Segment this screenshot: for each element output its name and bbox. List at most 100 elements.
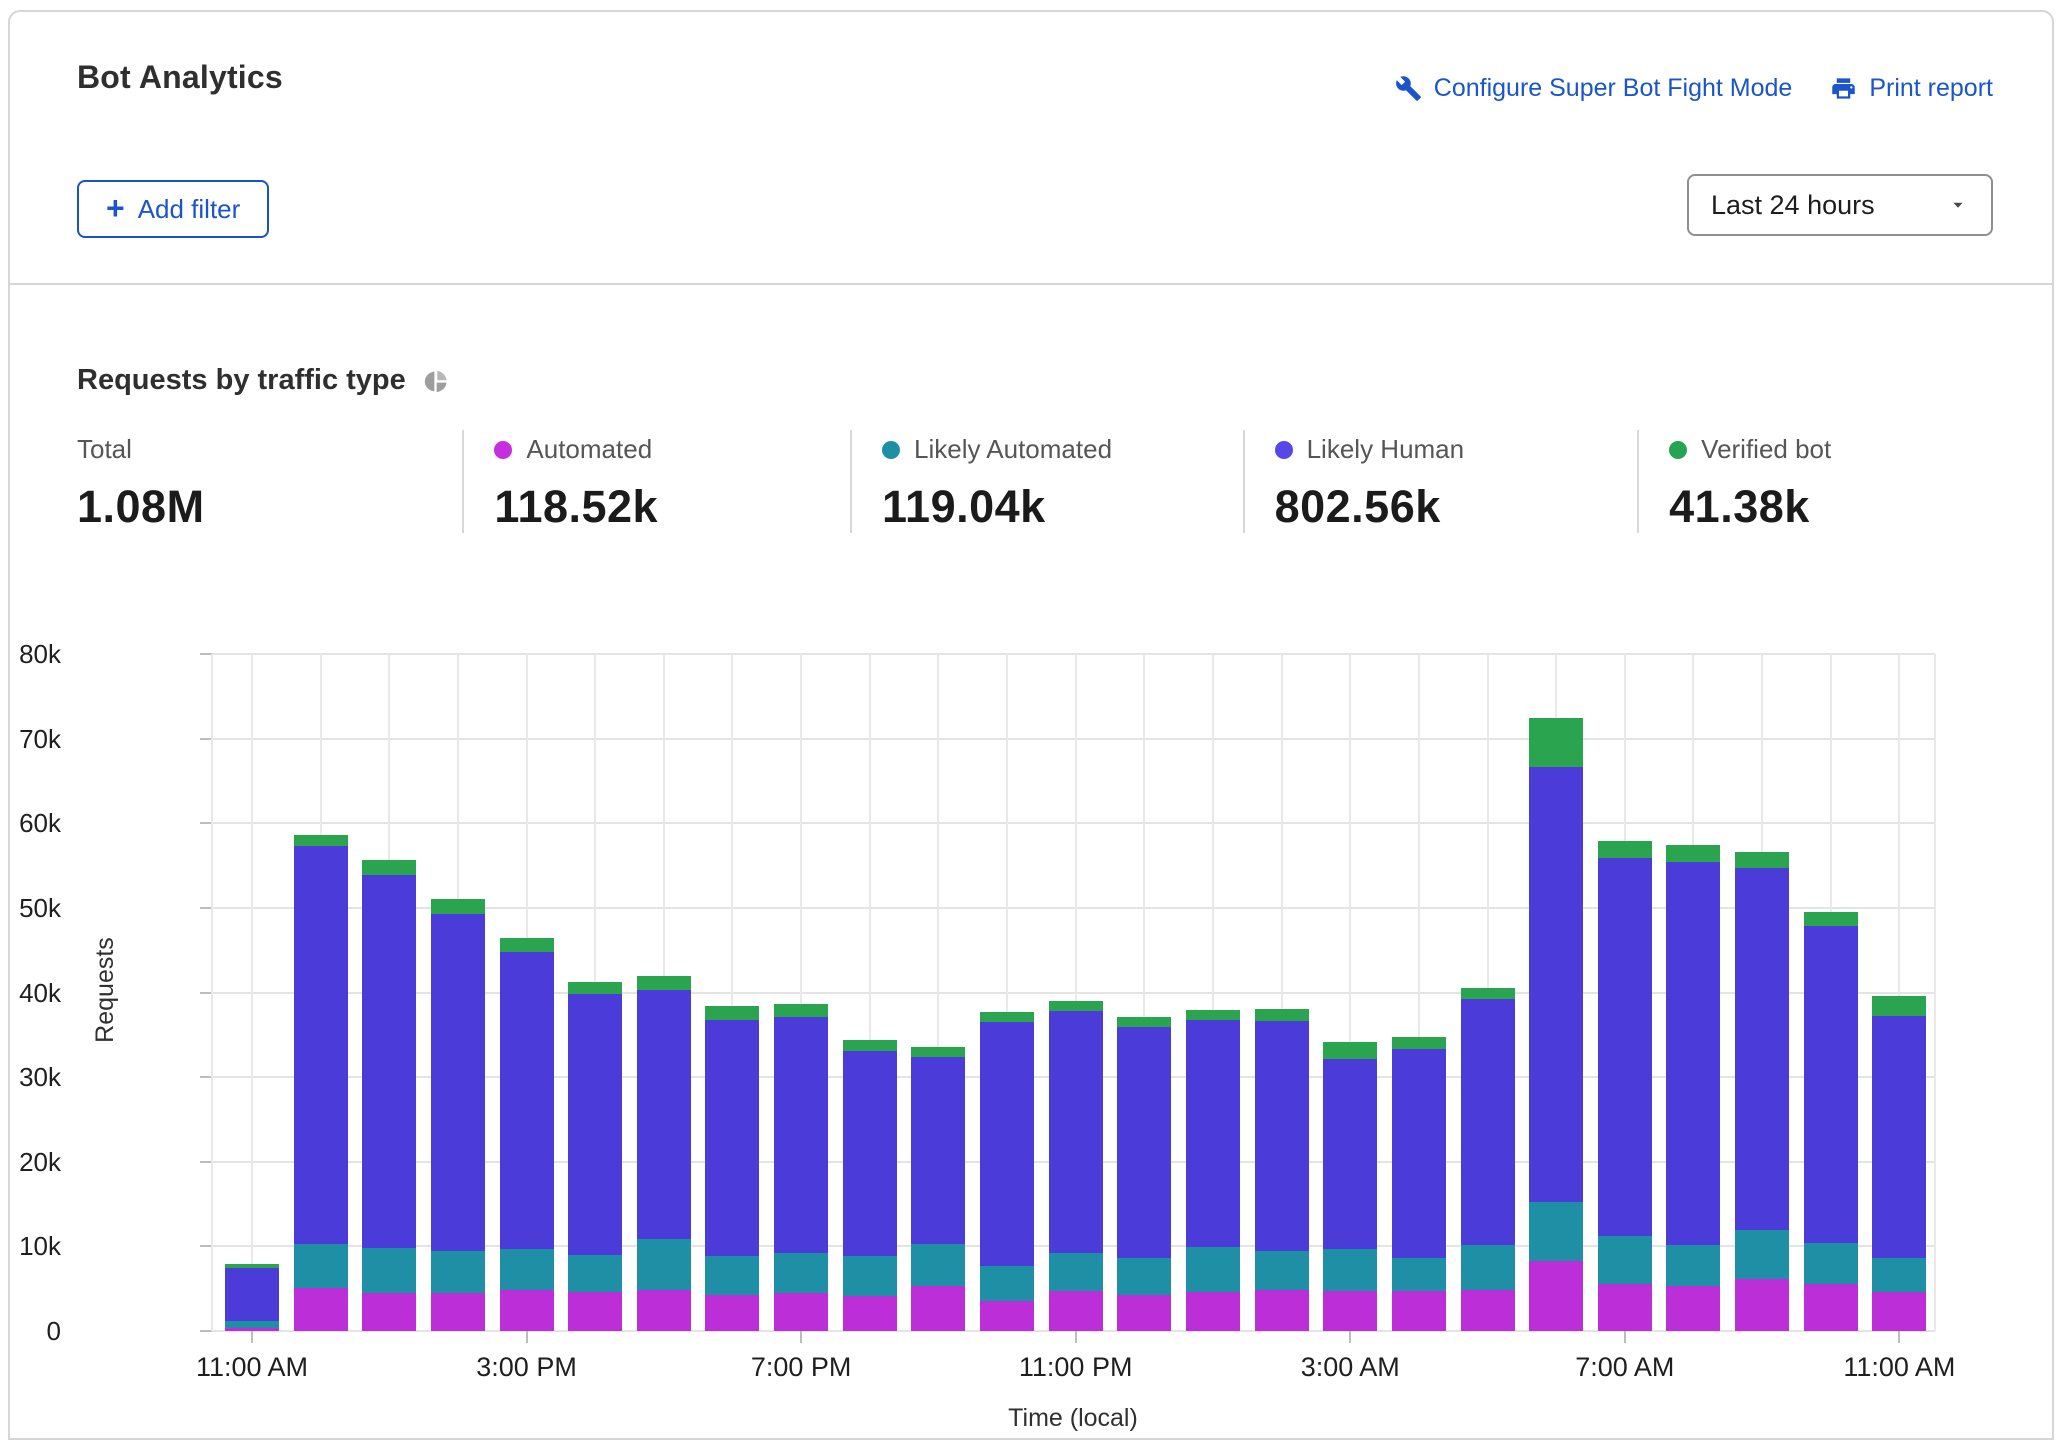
bar-segment-likely-human (843, 1051, 897, 1256)
header-link-print-report[interactable]: Print report (1830, 74, 1993, 103)
bar-segment-likely-automated (843, 1256, 897, 1297)
bar-segment-likely-human (568, 994, 622, 1255)
bar-segment-likely-human (1872, 1016, 1926, 1258)
y-axis-tick-label: 80k (0, 639, 61, 670)
bar-segment-likely-human (1323, 1059, 1377, 1249)
bar-segment-automated (1186, 1292, 1240, 1331)
header-link-configure-sbfm[interactable]: Configure Super Bot Fight Mode (1395, 74, 1793, 103)
bar-segment-likely-automated (1323, 1249, 1377, 1291)
bar-column[interactable] (1186, 1010, 1240, 1331)
bar-column[interactable] (1323, 1042, 1377, 1331)
bar-segment-automated (774, 1293, 828, 1331)
bar-segment-likely-automated (1598, 1236, 1652, 1284)
bar-column[interactable] (774, 1004, 828, 1331)
wrench-icon (1395, 75, 1422, 102)
bar-segment-likely-automated (1735, 1230, 1789, 1279)
bar-segment-automated (911, 1286, 965, 1331)
bar-segment-automated (1461, 1290, 1515, 1331)
bar-segment-verified-bot (362, 860, 416, 875)
grid-line-h (212, 822, 1935, 824)
x-axis-tick (1349, 1331, 1351, 1343)
bar-column[interactable] (705, 1006, 759, 1331)
x-axis-tick (526, 1331, 528, 1343)
bar-column[interactable] (1117, 1017, 1171, 1331)
x-axis-tick (251, 1331, 253, 1343)
bar-segment-likely-automated (362, 1248, 416, 1293)
bar-segment-verified-bot (1872, 996, 1926, 1016)
bar-column[interactable] (225, 1264, 279, 1331)
bar-segment-likely-automated (637, 1239, 691, 1291)
bar-column[interactable] (1529, 718, 1583, 1331)
bar-segment-automated (362, 1293, 416, 1331)
y-axis-tick-label: 0 (0, 1316, 61, 1347)
stat-likely-human: Likely Human802.56k (1243, 430, 1638, 533)
stat-value: 118.52k (494, 481, 850, 533)
page-title: Bot Analytics (77, 59, 283, 96)
bar-segment-verified-bot (774, 1004, 828, 1018)
pie-chart-icon (422, 368, 449, 395)
legend-dot (1275, 441, 1293, 459)
bar-segment-likely-human (1666, 862, 1720, 1245)
stat-label: Total (77, 434, 132, 465)
bar-column[interactable] (362, 860, 416, 1331)
bot-analytics-card: Bot Analytics Configure Super Bot Fight … (8, 10, 2054, 1440)
header-links: Configure Super Bot Fight Mode Print repo… (1395, 74, 1993, 103)
stat-label-row: Automated (494, 434, 850, 465)
bar-segment-automated (1872, 1292, 1926, 1331)
bar-segment-likely-automated (1049, 1253, 1103, 1291)
y-axis-tick-label: 30k (0, 1062, 61, 1093)
bar-column[interactable] (500, 938, 554, 1331)
bar-column[interactable] (1735, 852, 1789, 1331)
bar-segment-likely-automated (1804, 1243, 1858, 1284)
bar-column[interactable] (1461, 988, 1515, 1331)
bar-segment-likely-human (705, 1020, 759, 1255)
stat-value: 41.38k (1669, 481, 1993, 533)
bar-segment-likely-human (1735, 868, 1789, 1230)
bar-segment-likely-human (911, 1057, 965, 1244)
bar-column[interactable] (1392, 1037, 1446, 1331)
stat-total: Total1.08M (77, 430, 462, 533)
stat-verified-bot: Verified bot41.38k (1637, 430, 1993, 533)
bar-segment-verified-bot (431, 899, 485, 914)
y-axis-tick-label: 10k (0, 1231, 61, 1262)
bar-column[interactable] (1666, 845, 1720, 1331)
bar-column[interactable] (431, 899, 485, 1331)
bar-segment-automated (1598, 1284, 1652, 1331)
bar-segment-likely-human (500, 952, 554, 1249)
grid-line-h (212, 738, 1935, 740)
bar-segment-likely-human (1186, 1020, 1240, 1247)
bar-column[interactable] (637, 976, 691, 1331)
bar-segment-likely-human (1049, 1011, 1103, 1253)
bar-column[interactable] (1872, 996, 1926, 1331)
plus-icon: + (106, 192, 125, 224)
card-header: Bot Analytics Configure Super Bot Fight … (10, 12, 2052, 285)
bar-segment-automated (1117, 1295, 1171, 1331)
bar-segment-verified-bot (1049, 1001, 1103, 1011)
bar-column[interactable] (1804, 912, 1858, 1331)
bar-column[interactable] (1255, 1009, 1309, 1331)
bar-segment-verified-bot (294, 835, 348, 846)
bar-segment-automated (1255, 1290, 1309, 1331)
bar-column[interactable] (911, 1047, 965, 1331)
bar-segment-automated (294, 1288, 348, 1331)
add-filter-button[interactable]: + Add filter (77, 180, 269, 238)
bar-column[interactable] (1598, 841, 1652, 1331)
section-title: Requests by traffic type (77, 364, 406, 397)
bar-column[interactable] (980, 1012, 1034, 1331)
bar-column[interactable] (1049, 1001, 1103, 1331)
bar-segment-likely-human (1529, 767, 1583, 1202)
x-axis-tick-label: 3:00 AM (1240, 1352, 1460, 1383)
bar-column[interactable] (843, 1040, 897, 1331)
bar-column[interactable] (568, 982, 622, 1332)
bar-segment-automated (980, 1301, 1034, 1331)
bar-column[interactable] (294, 835, 348, 1331)
stat-label-row: Likely Automated (882, 434, 1243, 465)
bar-segment-verified-bot (980, 1012, 1034, 1022)
bar-segment-verified-bot (225, 1264, 279, 1268)
x-axis-tick-label: 7:00 PM (691, 1352, 911, 1383)
bar-segment-verified-bot (1666, 845, 1720, 862)
time-range-select[interactable]: Last 24 hours (1687, 174, 1993, 236)
bar-segment-likely-human (1255, 1021, 1309, 1251)
printer-icon (1830, 75, 1857, 102)
bar-segment-likely-automated (1461, 1245, 1515, 1290)
